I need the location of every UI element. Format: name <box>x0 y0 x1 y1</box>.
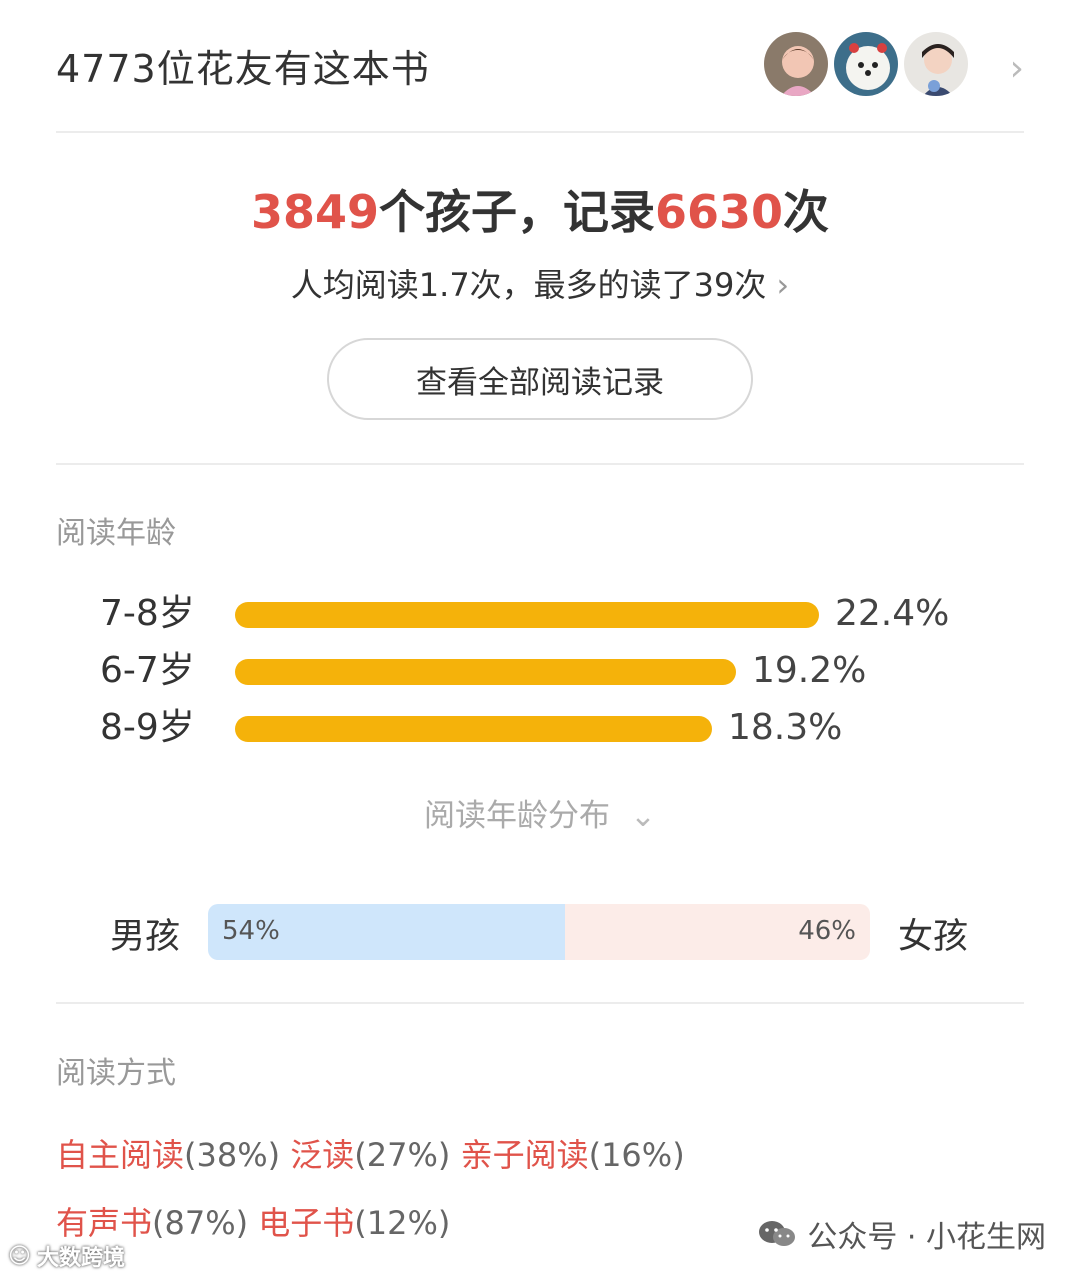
age-section-label: 阅读年龄 <box>56 516 176 551</box>
reading-mode-name: 有声书 <box>56 1204 153 1242</box>
gender-split: 男孩 54% 46% 女孩 <box>0 904 1080 960</box>
gender-bar: 54% 46% <box>208 904 870 960</box>
average-reads-text: 人均阅读1.7次，最多的读了39次 <box>290 266 767 304</box>
age-percentage: 22.4% <box>835 593 950 634</box>
age-percentage: 19.2% <box>752 650 867 691</box>
age-bar-row: 7-8岁 22.4% <box>0 590 1080 638</box>
watermark-text: 公众号 · 小花生网 <box>807 1220 1046 1255</box>
reading-mode-line: 自主阅读(38%) 泛读(27%) 亲子阅读(16%) <box>56 1130 685 1176</box>
divider <box>56 1002 1024 1004</box>
header[interactable]: 4773位花友有这本书 › <box>56 28 1024 102</box>
reading-mode-percentage: (12%) <box>354 1204 451 1242</box>
kids-suffix: 个孩子，记录 <box>379 185 655 239</box>
kids-count: 3849 <box>250 185 379 239</box>
average-reads-link[interactable]: 人均阅读1.7次，最多的读了39次 › <box>0 260 1080 306</box>
age-bar <box>235 716 712 742</box>
age-distribution-label: 阅读年龄分布 <box>424 798 610 834</box>
corner-watermark: ☺ 大数跨境 <box>8 1240 125 1272</box>
age-bar <box>235 659 736 685</box>
age-bar <box>235 602 819 628</box>
avatar <box>902 30 970 98</box>
boy-portion: 54% <box>208 904 565 960</box>
owners-count-title: 4773位花友有这本书 <box>56 46 430 91</box>
age-label: 7-8岁 <box>100 593 195 634</box>
reading-mode-percentage: (38%) <box>184 1136 281 1174</box>
reading-mode-label: 阅读方式 <box>56 1056 176 1091</box>
divider <box>56 131 1024 133</box>
chevron-right-icon: › <box>776 266 790 304</box>
chevron-right-icon[interactable]: › <box>1010 48 1024 89</box>
view-all-records-button[interactable]: 查看全部阅读记录 <box>327 338 753 420</box>
reading-mode-name: 亲子阅读 <box>460 1136 589 1174</box>
reading-mode-percentage: (87%) <box>152 1204 249 1242</box>
record-suffix: 次 <box>783 185 830 239</box>
watermark-text: 大数跨境 <box>36 1246 125 1271</box>
reading-mode-percentage: (27%) <box>354 1136 451 1174</box>
logo-icon: ☺ <box>8 1243 31 1269</box>
boy-label: 男孩 <box>110 917 181 957</box>
age-bar-row: 6-7岁 19.2% <box>0 647 1080 695</box>
girl-label: 女孩 <box>898 917 969 957</box>
avatar <box>762 30 830 98</box>
girl-portion: 46% <box>565 904 870 960</box>
audio-mode-line: 有声书(87%) 电子书(12%) <box>56 1198 450 1244</box>
age-label: 8-9岁 <box>100 707 195 748</box>
reading-mode-name: 泛读 <box>290 1136 355 1174</box>
girl-percentage: 46% <box>798 916 856 946</box>
record-count: 6630 <box>655 185 784 239</box>
age-distribution-toggle[interactable]: 阅读年龄分布 ⌄ <box>0 790 1080 835</box>
wechat-watermark: 公众号 · 小花生网 <box>757 1212 1046 1256</box>
chevron-down-icon: ⌄ <box>630 798 656 834</box>
boy-percentage: 54% <box>222 916 280 946</box>
avatar <box>832 30 900 98</box>
reading-mode-name: 电子书 <box>258 1204 355 1242</box>
age-label: 6-7岁 <box>100 650 195 691</box>
wechat-icon <box>759 1221 796 1246</box>
divider <box>56 463 1024 465</box>
reading-stats: 3849个孩子，记录6630次 <box>0 176 1080 242</box>
age-bar-row: 8-9岁 18.3% <box>0 704 1080 752</box>
reading-mode-percentage: (16%) <box>588 1136 685 1174</box>
avatar-group[interactable] <box>760 30 970 98</box>
reading-mode-name: 自主阅读 <box>56 1136 185 1174</box>
stats-headline: 3849个孩子，记录6630次 <box>0 176 1080 242</box>
age-percentage: 18.3% <box>728 707 843 748</box>
